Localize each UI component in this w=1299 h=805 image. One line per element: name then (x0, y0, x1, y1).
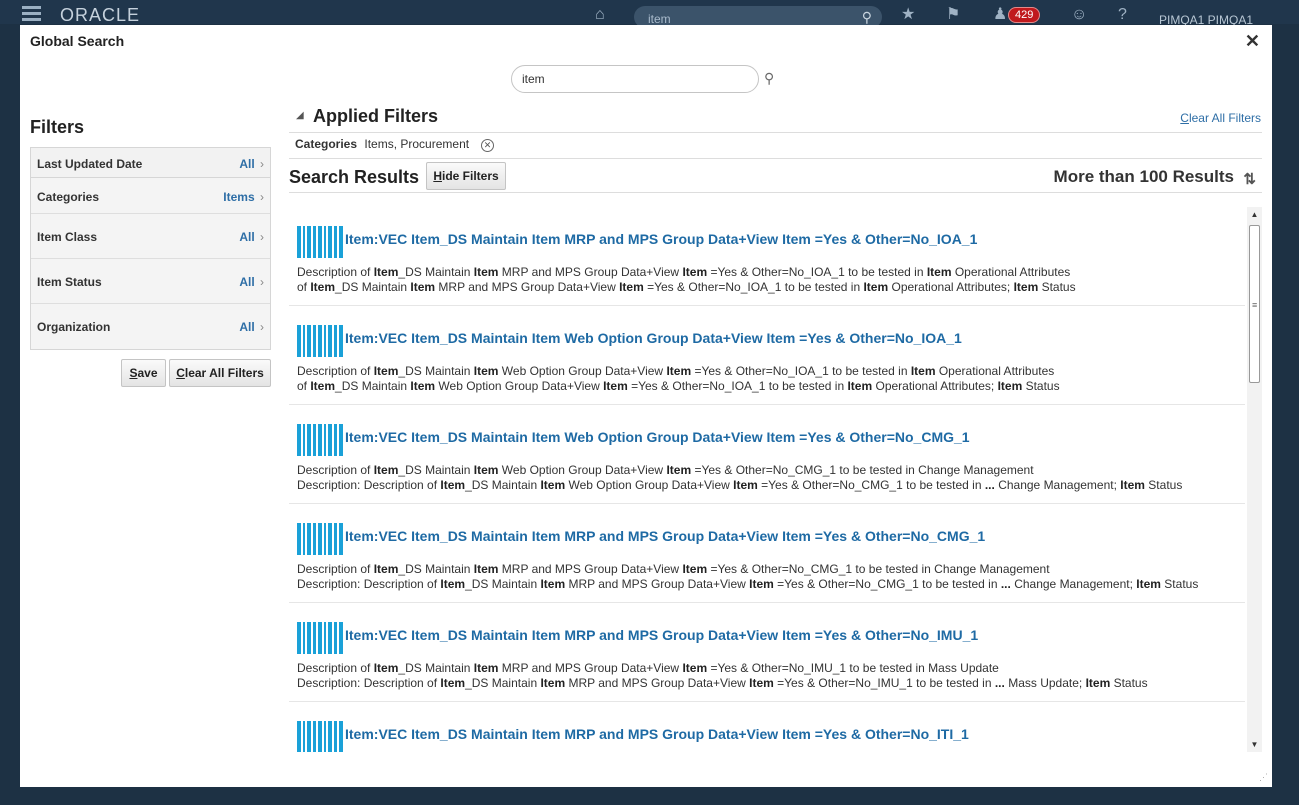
result-title-link[interactable]: Item:VEC Item_DS Maintain Item Web Optio… (345, 429, 970, 445)
bell-icon[interactable]: ♟ (993, 7, 1007, 23)
header-search-value: item (648, 12, 671, 26)
barcode-icon (297, 226, 343, 258)
notifications-badge[interactable]: 429 (1008, 7, 1041, 23)
result-description-line: of Item_DS Maintain Item Web Option Grou… (297, 379, 1060, 393)
filter-last-updated-date[interactable]: Last Updated Date All › (31, 148, 270, 178)
result-description: Description of Item_DS Maintain Item MRP… (297, 562, 1198, 592)
filter-label: Organization (37, 320, 111, 334)
result-title-link[interactable]: Item:VEC Item_DS Maintain Item Web Optio… (345, 330, 962, 346)
results-count: More than 100 Results (1053, 167, 1234, 186)
result-title-link[interactable]: Item:VEC Item_DS Maintain Item MRP and M… (345, 528, 985, 544)
result-title-link[interactable]: Item:VEC Item_DS Maintain Item MRP and M… (345, 627, 978, 643)
clear-all-filters-link[interactable]: Clear All Filters (1180, 111, 1261, 125)
divider (289, 158, 1262, 159)
oracle-logo: ORACLE (60, 5, 141, 25)
result-description-line: Description of Item_DS Maintain Item MRP… (297, 265, 1071, 279)
flag-icon[interactable]: ⚑ (946, 7, 960, 23)
result-description-line: Description of Item_DS Maintain Item Web… (297, 364, 1055, 378)
divider (289, 132, 1262, 133)
result-description-line: Description of Item_DS Maintain Item Web… (297, 463, 1034, 477)
barcode-icon (297, 721, 343, 752)
filter-item-status[interactable]: Item Status All › (31, 259, 270, 304)
filter-organization[interactable]: Organization All › (31, 304, 270, 349)
chevron-right-icon: › (256, 320, 264, 334)
filter-label: Item Class (37, 230, 98, 244)
search-results-title: Search Results (289, 167, 420, 187)
scroll-up-icon[interactable]: ▲ (1247, 210, 1262, 219)
applied-filters-title: Applied Filters (313, 106, 439, 126)
filter-value-link[interactable]: All › (239, 275, 264, 289)
result-description-line: of Item_DS Maintain Item MRP and MPS Gro… (297, 280, 1076, 294)
applied-filter-label: Categories (295, 137, 358, 151)
barcode-icon (297, 622, 343, 654)
result-description-line: Description: Description of Item_DS Main… (297, 478, 1183, 492)
scroll-down-icon[interactable]: ▼ (1247, 740, 1262, 749)
save-button[interactable]: Save (121, 359, 166, 387)
result-title-link[interactable]: Item:VEC Item_DS Maintain Item MRP and M… (345, 231, 977, 247)
filter-label: Item Status (37, 275, 102, 289)
global-search-dialog: Global Search ✕ ⚲ Filters Last Updated D… (20, 25, 1272, 787)
filter-categories[interactable]: Categories Items › (31, 178, 270, 214)
filters-list: Last Updated Date All › Categories Items… (30, 147, 271, 350)
search-icon[interactable]: ⚲ (764, 70, 774, 87)
applied-filter-categories: Categories Items, Procurement (295, 137, 469, 151)
barcode-icon (297, 523, 343, 555)
search-input[interactable] (511, 65, 759, 93)
result-description: Description of Item_DS Maintain Item MRP… (297, 661, 1148, 691)
home-icon[interactable]: ⌂ (595, 7, 605, 23)
chevron-right-icon: › (256, 157, 264, 171)
close-icon[interactable]: ✕ (1245, 31, 1260, 52)
dialog-title: Global Search (30, 33, 125, 49)
scrollbar-thumb[interactable]: ≡ (1249, 225, 1260, 383)
clear-all-filters-button[interactable]: Clear All Filters (169, 359, 271, 387)
filter-value-link[interactable]: All › (239, 230, 264, 244)
result-description-line: Description: Description of Item_DS Main… (297, 676, 1148, 690)
filter-value-link[interactable]: All › (239, 157, 264, 171)
filter-item-class[interactable]: Item Class All › (31, 214, 270, 259)
barcode-icon (297, 424, 343, 456)
applied-filter-value: Items, Procurement (364, 137, 470, 151)
chevron-right-icon: › (256, 230, 264, 244)
result-description: Description of Item_DS Maintain Item Web… (297, 364, 1060, 394)
sort-icon[interactable]: ⇅ (1243, 170, 1256, 188)
result-description: Description of Item_DS Maintain Item MRP… (297, 265, 1076, 295)
result-item: Item:VEC Item_DS Maintain Item Web Optio… (289, 405, 1245, 504)
result-item: Item:VEC Item_DS Maintain Item MRP and M… (289, 603, 1245, 702)
filter-label: Categories (37, 190, 100, 204)
barcode-icon (297, 325, 343, 357)
collapse-triangle-icon[interactable]: ◢ (296, 110, 304, 121)
chevron-right-icon: › (256, 275, 264, 289)
navigator-menu-icon[interactable] (22, 6, 41, 21)
filter-label: Last Updated Date (37, 157, 143, 171)
result-description-line: Description: Description of Item_DS Main… (297, 577, 1199, 591)
help-icon[interactable]: ? (1118, 7, 1127, 23)
accessibility-icon[interactable]: ☺ (1071, 7, 1087, 23)
result-description-line: Description of Item_DS Maintain Item MRP… (297, 661, 999, 675)
resize-handle-icon[interactable]: ⋰ (1259, 772, 1268, 783)
filters-title: Filters (30, 117, 85, 137)
hide-filters-button[interactable]: Hide Filters (426, 162, 506, 190)
star-icon[interactable]: ★ (901, 7, 915, 23)
result-description: Description of Item_DS Maintain Item Web… (297, 463, 1182, 493)
remove-filter-icon[interactable]: ✕ (481, 139, 494, 152)
result-item: Item:VEC Item_DS Maintain Item MRP and M… (289, 504, 1245, 603)
chevron-right-icon: › (256, 190, 264, 204)
filter-value-link[interactable]: All › (239, 320, 264, 334)
result-item: Item:VEC Item_DS Maintain Item MRP and M… (289, 207, 1245, 306)
oracle-global-header: ORACLE ⌂ item ⚲ ★ ⚑ ♟ 429 ☺ ? PIMQA1 PIM… (0, 0, 1299, 28)
filter-value-link[interactable]: Items › (223, 190, 264, 204)
search-results-list: Item:VEC Item_DS Maintain Item MRP and M… (289, 207, 1245, 752)
search-icon[interactable]: ⚲ (862, 9, 872, 26)
result-title-link[interactable]: Item:VEC Item_DS Maintain Item MRP and M… (345, 726, 969, 742)
result-item: Item:VEC Item_DS Maintain Item MRP and M… (289, 702, 1245, 752)
result-item: Item:VEC Item_DS Maintain Item Web Optio… (289, 306, 1245, 405)
divider (289, 192, 1262, 193)
result-description-line: Description of Item_DS Maintain Item MRP… (297, 562, 1050, 576)
results-scrollbar[interactable]: ▲ ≡ ▼ (1247, 207, 1262, 752)
